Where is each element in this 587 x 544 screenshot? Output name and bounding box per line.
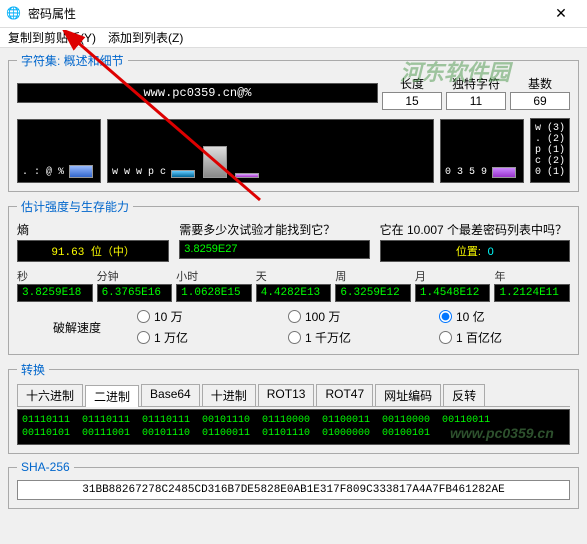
tab-base64[interactable]: Base64 [141, 384, 200, 406]
tab-rot13[interactable]: ROT13 [258, 384, 315, 406]
tab-reverse[interactable]: 反转 [443, 384, 485, 406]
titlebar: 🌐 密码属性 ✕ [0, 0, 587, 28]
time-hours: 1.0628E15 [176, 284, 252, 302]
convert-legend: 转换 [17, 361, 49, 378]
speed-100q[interactable]: 1 百亿亿 [439, 329, 570, 346]
window-title: 密码属性 [28, 5, 541, 22]
worst-list-value: 位置: 0 [380, 240, 570, 262]
close-button[interactable]: ✕ [541, 5, 581, 22]
time-row: 秒3.8259E18 分钟6.3765E16 小时1.0628E15 天4.42… [17, 268, 570, 302]
tries-value: 3.8259E27 [179, 240, 369, 259]
sha-group: SHA-256 31BB88267278C2485CD316B7DE5828E0… [8, 460, 579, 509]
tab-urlenc[interactable]: 网址编码 [375, 384, 441, 406]
password-field[interactable]: www.pc0359.cn@% [17, 83, 378, 103]
charset-legend: 字符集: 概述和细节 [17, 52, 128, 69]
base-label: 基数 [510, 75, 570, 92]
menu-copy[interactable]: 复制到剪贴板(Y) [8, 29, 96, 46]
tab-hex[interactable]: 十六进制 [17, 384, 83, 406]
speed-1b[interactable]: 10 亿 [439, 308, 570, 325]
time-minutes: 6.3765E16 [97, 284, 173, 302]
sha-value[interactable]: 31BB88267278C2485CD316B7DE5828E0AB1E317F… [17, 480, 570, 500]
binary-output[interactable]: 01110111 01110111 01110111 00101110 0111… [17, 409, 570, 445]
tries-label: 需要多少次试验才能找到它？ [179, 221, 369, 238]
time-weeks: 6.3259E12 [335, 284, 411, 302]
menu-add[interactable]: 添加到列表(Z) [108, 29, 183, 46]
tab-decimal[interactable]: 十进制 [202, 384, 256, 406]
length-label: 长度 [382, 75, 442, 92]
length-value: 15 [382, 92, 442, 110]
entropy-value: 91.63 位（中） [17, 240, 169, 262]
sha-legend: SHA-256 [17, 460, 74, 474]
speed-10q[interactable]: 1 千万亿 [288, 329, 419, 346]
menubar: 复制到剪贴板(Y) 添加到列表(Z) [0, 28, 587, 48]
worst-list-label: 它在 10.007 个最差密码列表中吗？ [380, 221, 570, 238]
entropy-label: 熵 [17, 221, 169, 238]
tab-rot47[interactable]: ROT47 [316, 384, 373, 406]
convert-group: 转换 十六进制 二进制 Base64 十进制 ROT13 ROT47 网址编码 … [8, 361, 579, 454]
unique-label: 独特字符 [446, 75, 506, 92]
estimate-group: 估计强度与生存能力 熵 91.63 位（中） 需要多少次试验才能找到它？ 3.8… [8, 198, 579, 355]
time-seconds: 3.8259E18 [17, 284, 93, 302]
tab-binary[interactable]: 二进制 [85, 385, 139, 407]
speed-100k[interactable]: 10 万 [137, 308, 268, 325]
unique-value: 11 [446, 92, 506, 110]
globe-icon: 🌐 [6, 6, 22, 22]
char-bars: . : @ % w w w p c 0 3 5 9 w (3) . (2) p … [17, 118, 570, 183]
base-value: 69 [510, 92, 570, 110]
crack-speed-label: 破解速度 [17, 319, 137, 336]
convert-tabs: 十六进制 二进制 Base64 十进制 ROT13 ROT47 网址编码 反转 [17, 384, 570, 407]
time-days: 4.4282E13 [256, 284, 332, 302]
estimate-legend: 估计强度与生存能力 [17, 198, 133, 215]
speed-1t[interactable]: 1 万亿 [137, 329, 268, 346]
speed-1m[interactable]: 100 万 [288, 308, 419, 325]
time-months: 1.4548E12 [415, 284, 491, 302]
time-years: 1.2124E11 [494, 284, 570, 302]
charset-group: 字符集: 概述和细节 www.pc0359.cn@% 长度15 独特字符11 基… [8, 52, 579, 192]
